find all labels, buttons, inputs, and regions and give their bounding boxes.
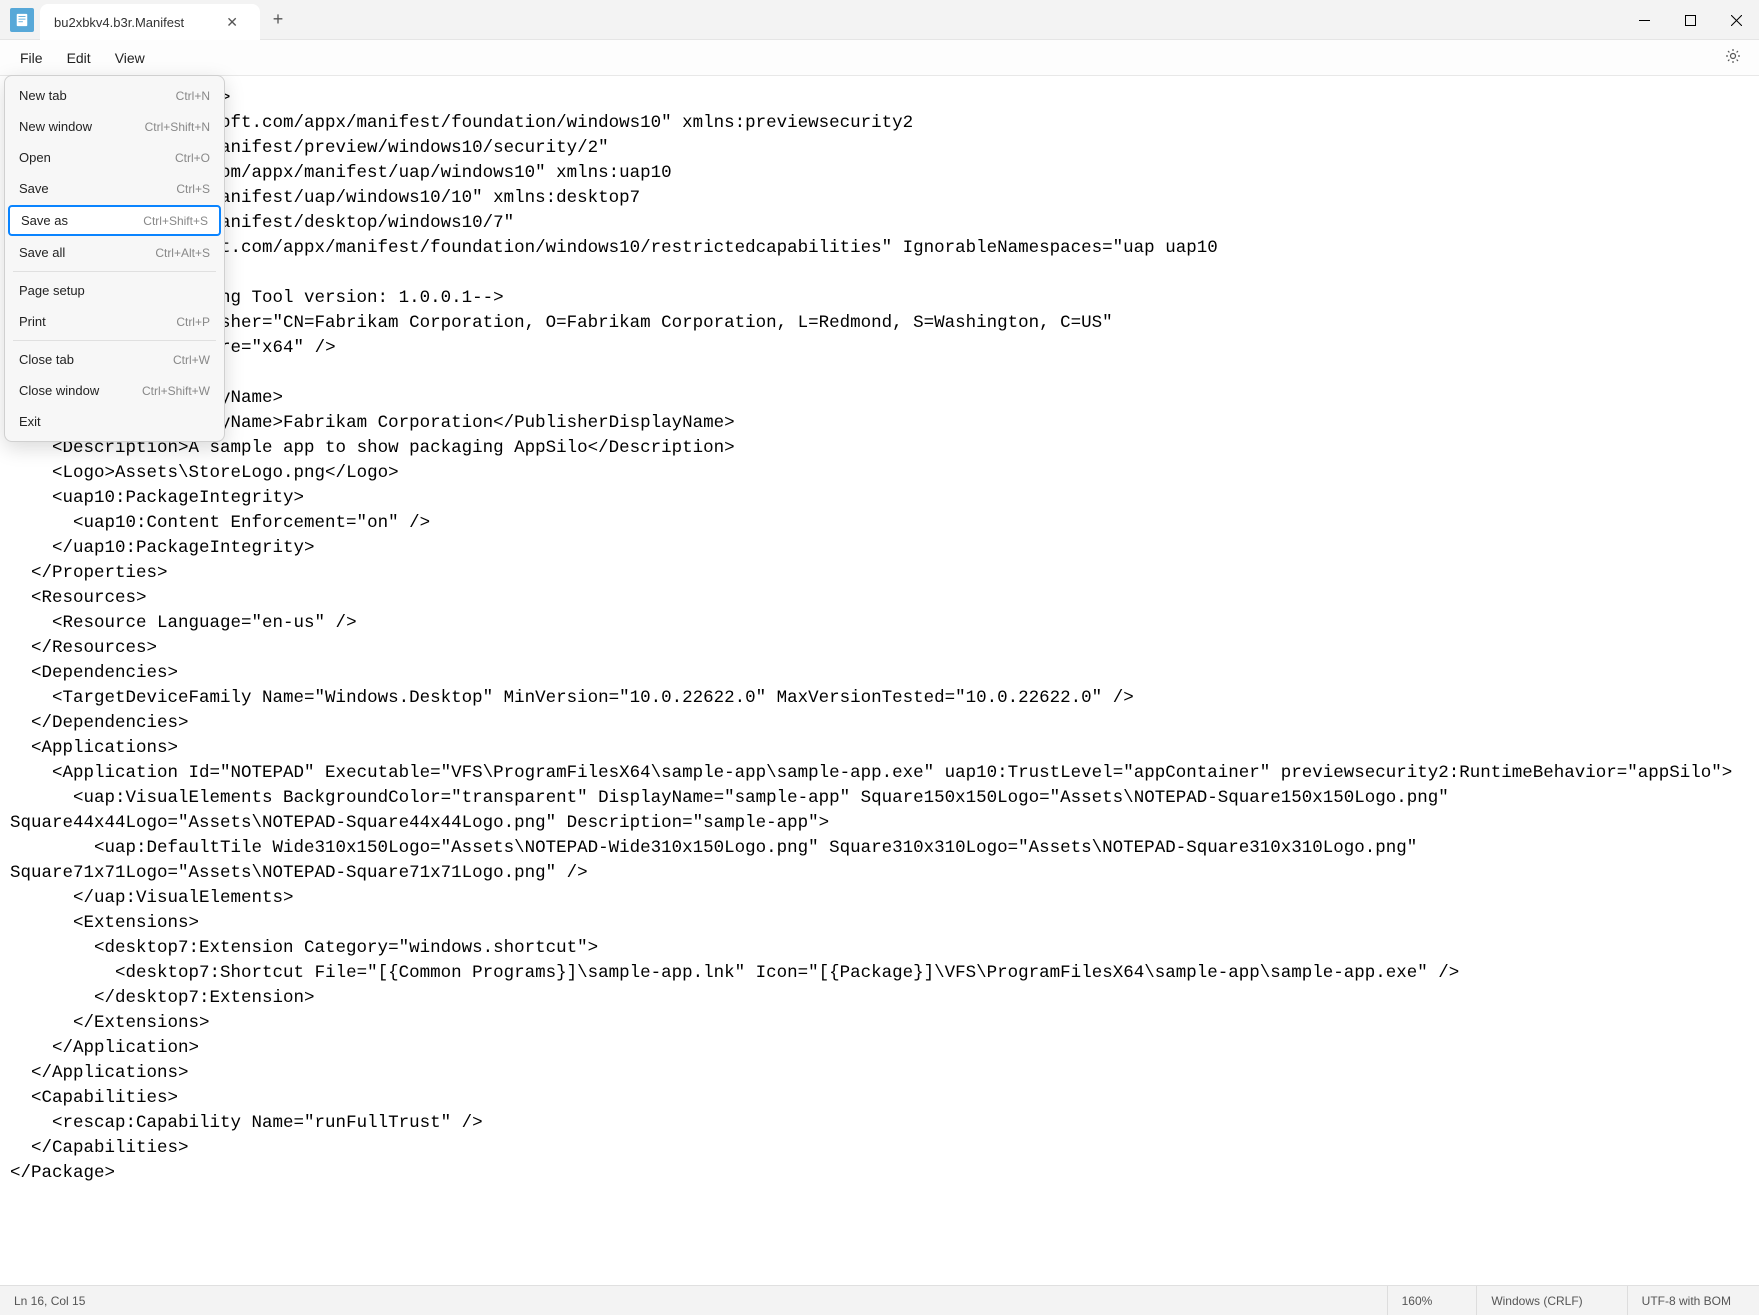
menu-label: New tab <box>19 88 67 103</box>
status-encoding: UTF-8 with BOM <box>1627 1286 1745 1315</box>
menu-label: Save as <box>21 213 68 228</box>
menu-shortcut: Ctrl+N <box>176 89 210 103</box>
menu-save-as[interactable]: Save as Ctrl+Shift+S <box>8 205 221 236</box>
settings-button[interactable] <box>1715 42 1751 73</box>
menu-label: New window <box>19 119 92 134</box>
menu-save-all[interactable]: Save all Ctrl+Alt+S <box>5 237 224 268</box>
menu-shortcut: Ctrl+P <box>176 315 210 329</box>
menu-shortcut: Ctrl+O <box>175 151 210 165</box>
menu-view[interactable]: View <box>103 44 157 72</box>
active-tab[interactable]: bu2xbkv4.b3r.Manifest ✕ <box>40 4 260 40</box>
app-icon <box>10 8 34 32</box>
menu-exit[interactable]: Exit <box>5 406 224 437</box>
menu-edit[interactable]: Edit <box>55 44 103 72</box>
menu-label: Close tab <box>19 352 74 367</box>
menu-label: Close window <box>19 383 99 398</box>
menu-shortcut: Ctrl+Shift+S <box>143 214 208 228</box>
maximize-button[interactable] <box>1667 0 1713 40</box>
menu-separator <box>13 340 216 341</box>
menu-close-window[interactable]: Close window Ctrl+Shift+W <box>5 375 224 406</box>
menu-label: Page setup <box>19 283 85 298</box>
tab-title: bu2xbkv4.b3r.Manifest <box>54 15 184 30</box>
new-tab-button[interactable]: + <box>260 0 296 39</box>
menu-close-tab[interactable]: Close tab Ctrl+W <box>5 344 224 375</box>
menu-label: Save <box>19 181 49 196</box>
statusbar: Ln 16, Col 15 160% Windows (CRLF) UTF-8 … <box>0 1285 1759 1315</box>
menu-shortcut: Ctrl+Alt+S <box>155 246 210 260</box>
menu-open[interactable]: Open Ctrl+O <box>5 142 224 173</box>
status-position: Ln 16, Col 15 <box>14 1294 1357 1308</box>
menubar: File Edit View <box>0 40 1759 76</box>
editor-area[interactable]: 0" encoding="utf-8"?> ttp://schemas.micr… <box>0 76 1759 1196</box>
menu-label: Exit <box>19 414 41 429</box>
menu-print[interactable]: Print Ctrl+P <box>5 306 224 337</box>
status-line-ending: Windows (CRLF) <box>1476 1286 1596 1315</box>
file-menu-dropdown: New tab Ctrl+N New window Ctrl+Shift+N O… <box>4 75 225 442</box>
menu-shortcut: Ctrl+Shift+W <box>142 384 210 398</box>
menu-new-tab[interactable]: New tab Ctrl+N <box>5 80 224 111</box>
menu-shortcut: Ctrl+Shift+N <box>145 120 210 134</box>
menu-page-setup[interactable]: Page setup <box>5 275 224 306</box>
menu-separator <box>13 271 216 272</box>
menu-label: Open <box>19 150 51 165</box>
menu-file[interactable]: File <box>8 44 55 72</box>
menu-shortcut: Ctrl+S <box>176 182 210 196</box>
close-tab-icon[interactable]: ✕ <box>224 14 240 30</box>
titlebar: bu2xbkv4.b3r.Manifest ✕ + <box>0 0 1759 40</box>
gear-icon <box>1725 48 1741 64</box>
status-zoom[interactable]: 160% <box>1387 1286 1447 1315</box>
code-content[interactable]: 0" encoding="utf-8"?> ttp://schemas.micr… <box>10 86 1749 1186</box>
menu-label: Save all <box>19 245 65 260</box>
menu-save[interactable]: Save Ctrl+S <box>5 173 224 204</box>
menu-shortcut: Ctrl+W <box>173 353 210 367</box>
menu-label: Print <box>19 314 46 329</box>
minimize-button[interactable] <box>1621 0 1667 40</box>
window-controls <box>1621 0 1759 39</box>
close-window-button[interactable] <box>1713 0 1759 40</box>
menu-new-window[interactable]: New window Ctrl+Shift+N <box>5 111 224 142</box>
